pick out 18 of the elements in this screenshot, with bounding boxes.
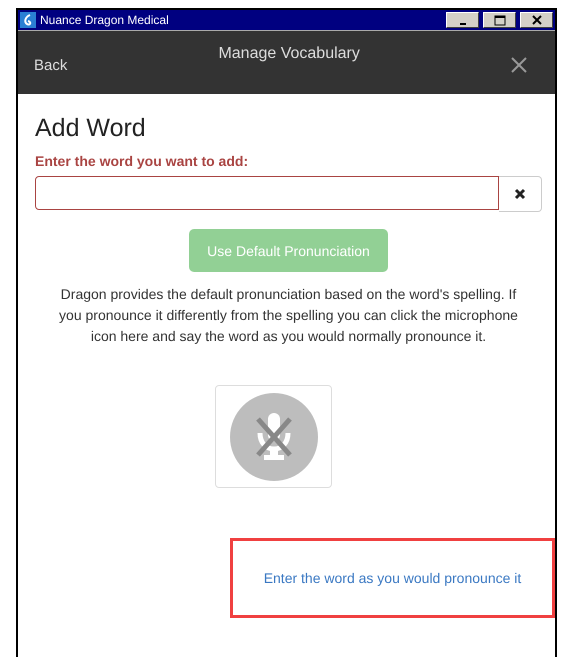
- close-icon: [514, 188, 526, 200]
- heading: Add Word: [35, 114, 147, 143]
- clear-button[interactable]: [499, 176, 542, 212]
- help-text: Dragon provides the default pronunciation based on the word's spelling. If you pronounce it differently from the spelling you can click the microphone icon here and say the word as you would normally pronounce it.: [58, 285, 519, 346]
- back-button[interactable]: Back: [34, 57, 68, 74]
- minimize-icon: [460, 22, 466, 24]
- window-title: Nuance Dragon Medical: [40, 13, 170, 27]
- close-icon: [511, 57, 527, 73]
- close-icon: [532, 15, 542, 25]
- pronounce-link[interactable]: Enter the word as you would pronounce it: [264, 570, 522, 586]
- page-title: Manage Vocabulary: [217, 45, 361, 63]
- field-label: Enter the word you want to add:: [35, 153, 250, 169]
- maximize-icon: [494, 14, 506, 26]
- word-input-field[interactable]: [35, 176, 499, 210]
- microphone-icon: [230, 392, 318, 480]
- app-icon: [20, 12, 36, 28]
- maximize-button[interactable]: [483, 12, 516, 28]
- minimize-button[interactable]: [446, 12, 479, 28]
